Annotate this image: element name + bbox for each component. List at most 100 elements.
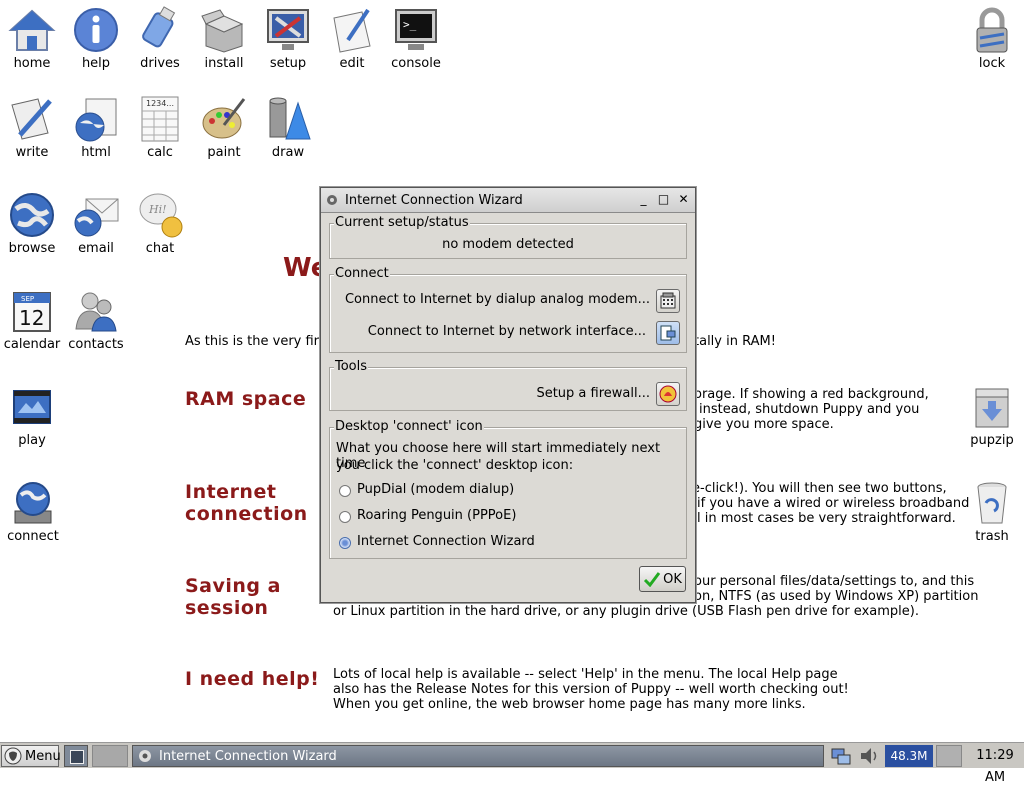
shapes-icon bbox=[264, 95, 312, 143]
info-icon bbox=[72, 6, 120, 54]
section-text: When you get online, the web browser hom… bbox=[333, 697, 806, 712]
memory-indicator[interactable]: 48.3M bbox=[885, 745, 933, 767]
section-text: also has the Release Notes for this vers… bbox=[333, 682, 849, 697]
desktop-icon-label: chat bbox=[145, 241, 175, 256]
connect-icon-frame: Desktop 'connect' icon What you choose h… bbox=[329, 419, 687, 559]
desktop-icon-label: email bbox=[78, 241, 114, 256]
internet-connection-wizard-dialog: Internet Connection Wizard _ □ ✕ Current… bbox=[320, 187, 696, 603]
taskbar: Menu Internet Connection Wizard 48.3M 11… bbox=[0, 742, 1024, 785]
desktop-icon-calc[interactable]: 1234... calc bbox=[128, 95, 192, 160]
network-interface-button[interactable] bbox=[656, 321, 680, 345]
desktop-icon-label: drives bbox=[140, 56, 180, 71]
section-heading-internet: Internet bbox=[185, 481, 277, 503]
frame-label-status: Current setup/status bbox=[334, 215, 470, 230]
section-text: or Linux partition in the hard drive, or… bbox=[333, 604, 919, 619]
desktop-icon-console[interactable]: >_ console bbox=[384, 6, 448, 71]
desktop-icon-lock[interactable]: lock bbox=[960, 6, 1024, 71]
calendar-month: SEP bbox=[21, 295, 34, 303]
radio-label-internet-connection-wizard[interactable]: Internet Connection Wizard bbox=[357, 534, 535, 549]
desktop-icon-calendar[interactable]: SEP 12 calendar bbox=[0, 287, 64, 352]
desktop-icon-label: draw bbox=[271, 145, 305, 160]
desktop-icon-draw[interactable]: draw bbox=[256, 95, 320, 160]
menu-button[interactable]: Menu bbox=[1, 745, 61, 767]
calendar-icon: SEP 12 bbox=[8, 287, 56, 335]
clock[interactable]: 11:29 AM bbox=[966, 745, 1024, 785]
dialup-label: Connect to Internet by dialup analog mod… bbox=[344, 292, 650, 307]
desktop-icon-paint[interactable]: paint bbox=[192, 95, 256, 160]
desktop-icon bbox=[70, 750, 84, 764]
radio-pupdial[interactable] bbox=[339, 485, 351, 497]
desktop-icon-label: install bbox=[204, 56, 244, 71]
desktop-icon-install[interactable]: install bbox=[192, 6, 256, 71]
desktop-icon-write[interactable]: write bbox=[0, 95, 64, 160]
web-page-icon bbox=[72, 95, 120, 143]
desktop-icon-drives[interactable]: drives bbox=[128, 6, 192, 71]
network-tray-icon[interactable] bbox=[830, 745, 854, 767]
section-text: if you have a wired or wireless broadban… bbox=[697, 496, 970, 511]
ok-button[interactable]: OK bbox=[639, 566, 686, 592]
archive-icon bbox=[968, 383, 1016, 431]
desktop-icon-home[interactable]: home bbox=[0, 6, 64, 71]
volume-icon[interactable] bbox=[858, 745, 882, 767]
desktop-icon-label: html bbox=[81, 145, 111, 160]
desktop-icon-play[interactable]: play bbox=[0, 383, 64, 448]
desktop-icon-label: edit bbox=[339, 56, 365, 71]
minimize-button[interactable]: _ bbox=[635, 192, 652, 209]
desktop-icon-label: connect bbox=[7, 529, 59, 544]
spreadsheet-icon: 1234... bbox=[136, 95, 184, 143]
padlock-icon bbox=[968, 6, 1016, 54]
desktop-icon-pupzip[interactable]: pupzip bbox=[960, 383, 1024, 448]
desktop-icon-label: browse bbox=[8, 241, 56, 256]
desktop-icon-label: console bbox=[391, 56, 441, 71]
desktop-icon-email[interactable]: email bbox=[64, 191, 128, 256]
checkmark-icon bbox=[643, 571, 661, 588]
section-text: on, NTFS (as used by Windows XP) partiti… bbox=[694, 589, 979, 604]
section-heading-ram-space: RAM space bbox=[185, 388, 307, 410]
globe-icon bbox=[8, 191, 56, 239]
desktop-icon-trash[interactable]: trash bbox=[960, 479, 1024, 544]
modem-icon bbox=[660, 292, 676, 309]
notepad-pen-icon bbox=[328, 6, 376, 54]
close-button[interactable]: ✕ bbox=[675, 192, 692, 209]
dialog-titlebar[interactable]: Internet Connection Wizard _ □ ✕ bbox=[321, 188, 695, 213]
section-text: l in most cases be very straightforward. bbox=[697, 511, 956, 526]
section-text: Lots of local help is available -- selec… bbox=[333, 667, 838, 682]
radio-internet-connection-wizard[interactable] bbox=[339, 537, 351, 549]
firewall-icon bbox=[659, 385, 677, 403]
dialup-modem-button[interactable] bbox=[656, 289, 680, 313]
task-button-internet-connection-wizard[interactable]: Internet Connection Wizard bbox=[132, 745, 824, 767]
connect-frame: Connect Connect to Internet by dialup an… bbox=[329, 266, 687, 353]
desktop-icon-help[interactable]: help bbox=[64, 6, 128, 71]
desktop-icon-label: paint bbox=[207, 145, 241, 160]
desktop-icon-chat[interactable]: Hi! chat bbox=[128, 191, 192, 256]
desktop-icon-label: lock bbox=[978, 56, 1006, 71]
radio-roaring-penguin[interactable] bbox=[339, 511, 351, 523]
usb-drive-icon bbox=[136, 6, 184, 54]
section-text: instead, shutdown Puppy and you bbox=[699, 402, 920, 417]
terminal-icon: >_ bbox=[392, 6, 440, 54]
people-icon bbox=[72, 287, 120, 335]
section-text: orage. If showing a red background, bbox=[694, 387, 929, 402]
modem-status-text: no modem detected bbox=[442, 237, 574, 252]
tools-monitor-icon bbox=[264, 6, 312, 54]
desktop-icon-html[interactable]: html bbox=[64, 95, 128, 160]
connect-icon-description-line2: you click the 'connect' desktop icon: bbox=[336, 458, 574, 473]
section-heading-session: session bbox=[185, 597, 269, 619]
desktop-icon-setup[interactable]: setup bbox=[256, 6, 320, 71]
desktop-icon-edit[interactable]: edit bbox=[320, 6, 384, 71]
desktop-icon-label: home bbox=[13, 56, 51, 71]
desktop-icon-contacts[interactable]: contacts bbox=[64, 287, 128, 352]
desktop-icon-label: write bbox=[15, 145, 49, 160]
desktop-icon-connect[interactable]: connect bbox=[1, 479, 65, 544]
desktop-icon-label: help bbox=[81, 56, 111, 71]
radio-label-roaring-penguin[interactable]: Roaring Penguin (PPPoE) bbox=[357, 508, 516, 523]
desktop-icon-browse[interactable]: browse bbox=[0, 191, 64, 256]
section-text: e-click!). You will then see two buttons… bbox=[692, 481, 947, 496]
pager[interactable] bbox=[92, 745, 128, 767]
maximize-button[interactable]: □ bbox=[655, 192, 672, 209]
show-desktop-button[interactable] bbox=[64, 745, 88, 767]
svg-text:Hi!: Hi! bbox=[148, 203, 167, 216]
radio-label-pupdial[interactable]: PupDial (modem dialup) bbox=[357, 482, 514, 497]
firewall-button[interactable] bbox=[656, 382, 680, 406]
dialog-title: Internet Connection Wizard bbox=[345, 192, 523, 208]
